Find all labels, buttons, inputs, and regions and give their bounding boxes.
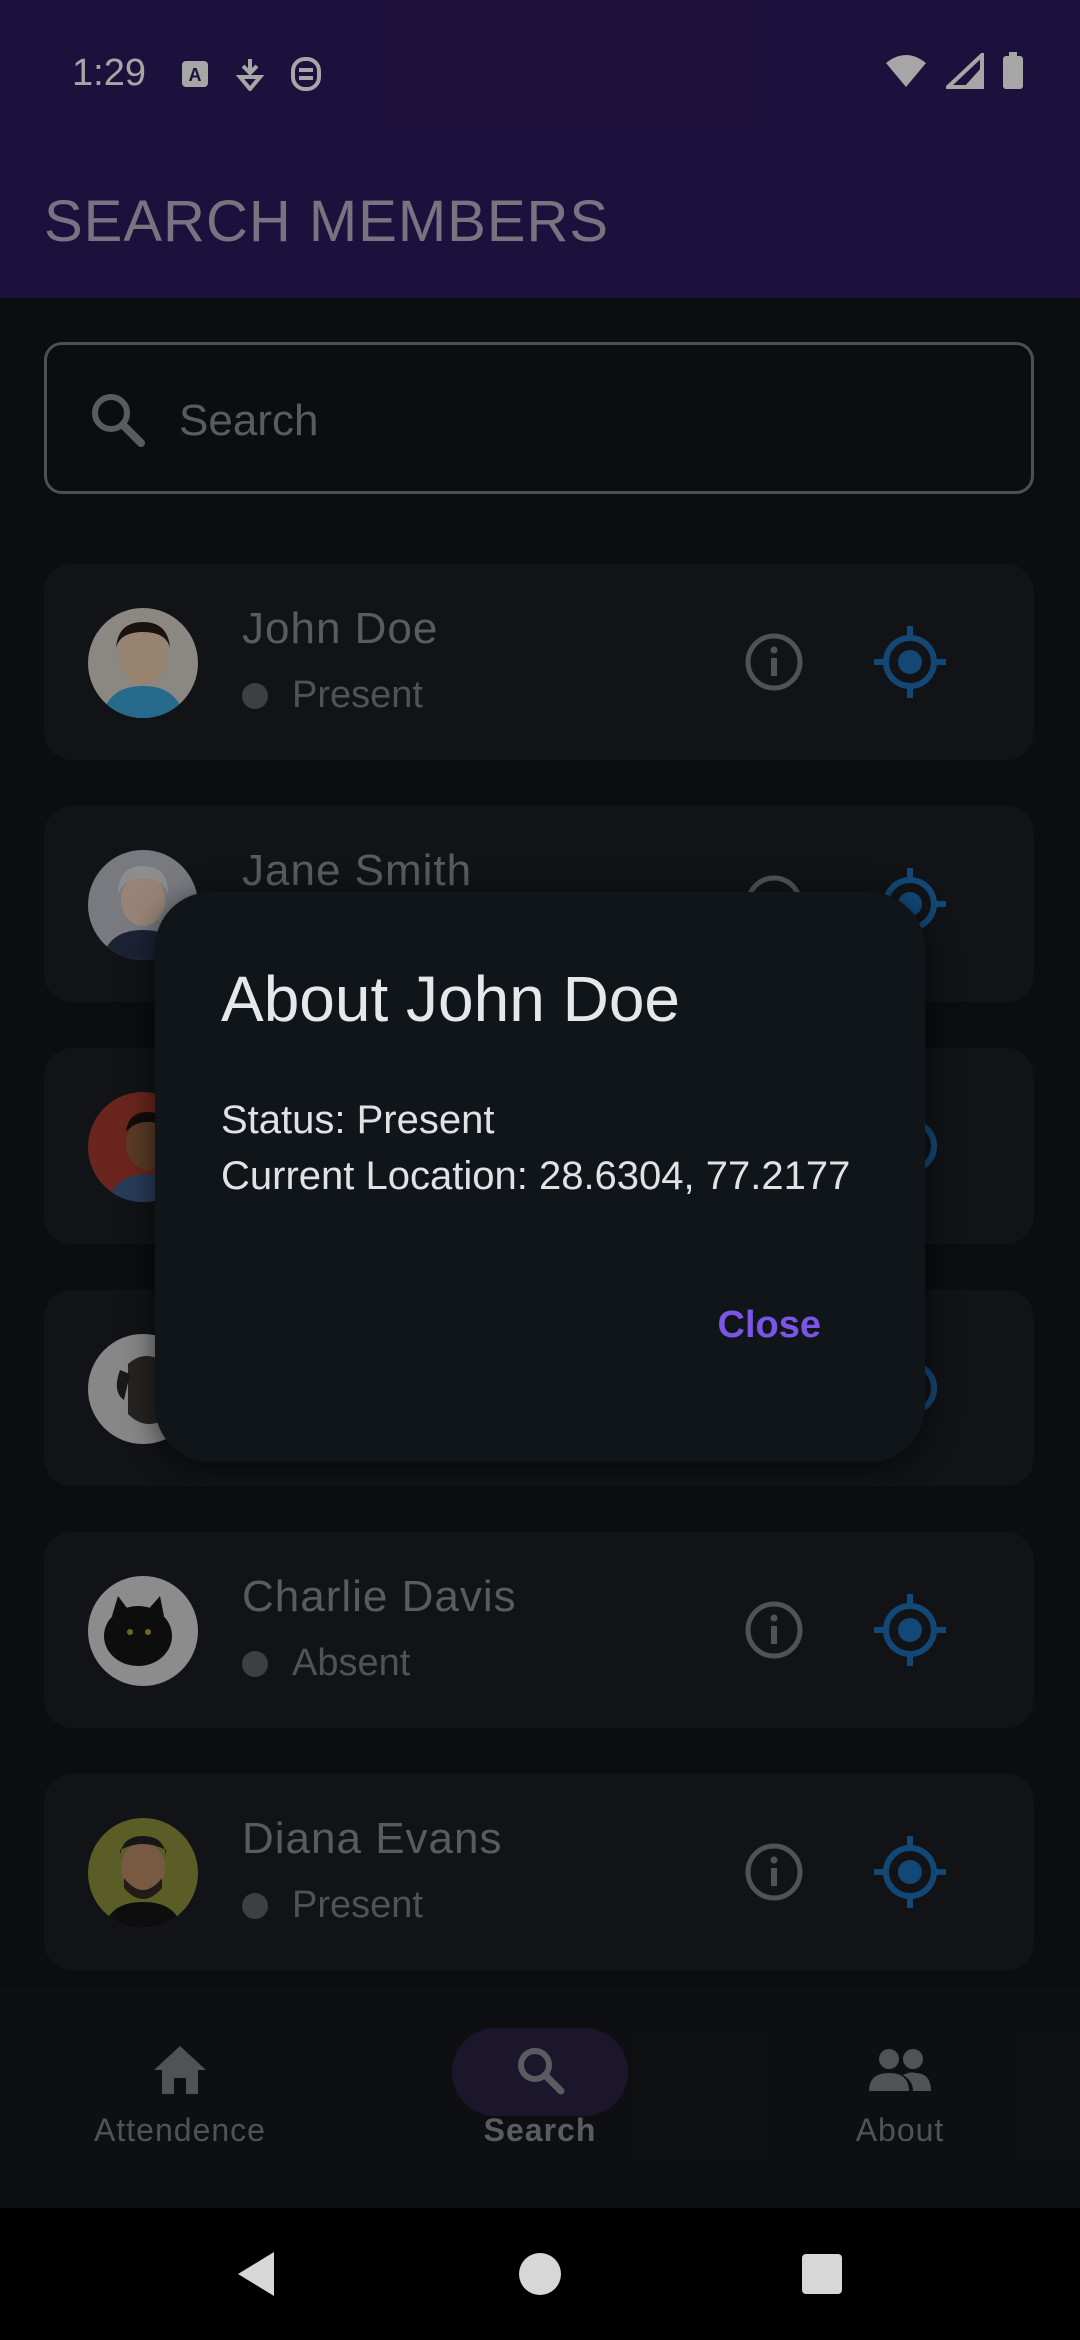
app-screen: 1:29 A SEARCH MEMBERS Search John Doe Pr…: [0, 0, 1080, 2340]
dialog-status-line: Status: Present: [221, 1098, 495, 1142]
dialog-title: About John Doe: [221, 963, 680, 1035]
system-nav-bar: [0, 2208, 1080, 2340]
dialog-location-line: Current Location: 28.6304, 77.2177: [221, 1154, 851, 1198]
recents-icon[interactable]: [800, 2250, 844, 2303]
home-button-icon[interactable]: [518, 2250, 562, 2303]
dialog-body: Status: Present Current Location: 28.630…: [221, 1092, 850, 1204]
about-dialog: About John Doe Status: Present Current L…: [155, 892, 925, 1462]
back-icon[interactable]: [234, 2250, 278, 2303]
close-button[interactable]: Close: [718, 1304, 821, 1347]
